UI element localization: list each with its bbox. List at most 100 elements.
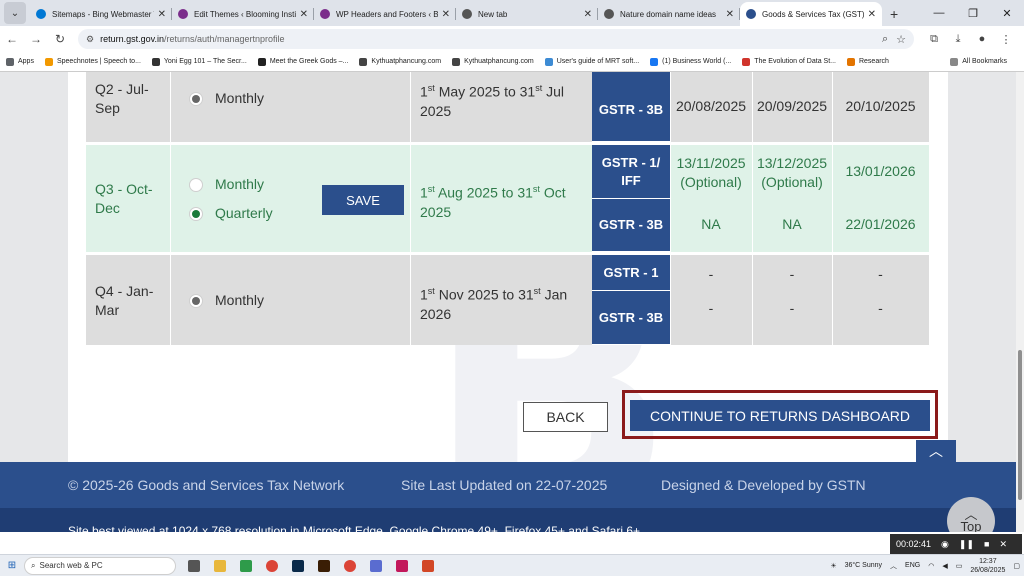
file-explorer-icon[interactable] [208,558,232,574]
extensions-icon[interactable]: ⧉ [922,33,946,46]
close-tab-icon[interactable]: ✕ [868,9,876,20]
close-tab-icon[interactable]: ✕ [158,9,166,20]
reload-icon[interactable]: ↻ [48,32,72,46]
chrome-profile-icon[interactable] [338,558,362,574]
stop-icon[interactable]: ■ [984,539,989,549]
bookmark-favicon-icon [452,57,461,66]
recorder-time: 00:02:41 [896,539,932,549]
restore-icon[interactable]: ❐ [956,0,990,26]
photoshop-icon[interactable] [286,558,310,574]
bing-icon [36,9,46,19]
bookmark-item[interactable]: Kythuatphancung.com [452,57,534,66]
period-text: 1st May 2025 to 31st Jul 2025 [420,83,565,119]
radio-monthly-q4[interactable] [189,294,203,308]
chrome-icon[interactable] [260,558,284,574]
page-viewport: B Q2 - Jul-Sep Monthly 1st May 2025 to 3… [0,72,1024,532]
url-text: return.gst.gov.in/returns/auth/managertn… [100,34,285,44]
tab-gst[interactable]: Goods & Services Tax (GST) | User D✕ [740,2,882,26]
battery-icon[interactable]: ▭ [956,562,963,570]
bookmark-item[interactable]: (1) Business World (... [650,57,731,66]
all-bookmarks[interactable]: All Bookmarks [950,57,1007,66]
site-info-icon[interactable]: ⚙ [86,34,94,45]
due-date: NA [701,216,721,232]
bookmark-item[interactable]: The Evolution of Data St... [742,57,836,66]
app-green-icon[interactable] [234,558,258,574]
bookmarks-bar: Apps Speechnotes | Speech to... Yoni Egg… [0,52,1024,72]
app-icon[interactable] [390,558,414,574]
footer-bottom: Site best viewed at 1024 x 768 resolutio… [0,508,1024,532]
bookmark-favicon-icon [257,57,266,66]
close-tab-icon[interactable]: ✕ [584,9,592,20]
illustrator-icon[interactable] [312,558,336,574]
wifi-icon[interactable]: ◠ [928,562,934,570]
period-text: 1st Aug 2025 to 31st Oct 2025 [420,184,566,220]
tab-bing-webmaster[interactable]: Sitemaps - Bing Webmaster Tools✕ [30,2,172,26]
column-divider [832,72,833,345]
back-button[interactable]: BACK [523,402,608,432]
powerpoint-icon[interactable] [416,558,440,574]
windows-start-icon[interactable]: ⊞ [0,560,24,571]
notification-icon[interactable]: ▢ [1013,562,1020,570]
bookmark-item[interactable]: User's guide of MRT soft... [544,57,639,66]
taskbar-search-input[interactable]: ⌕ Search web & PC [24,556,176,575]
bookmark-item[interactable]: Yoni Egg 101 – The Secr... [151,57,247,66]
due-date: - [878,300,883,316]
footer-developed: Designed & Developed by GSTN [661,477,866,493]
scrollbar-thumb[interactable] [1018,350,1022,500]
menu-kebab-icon[interactable]: ⋮ [994,33,1018,46]
site-icon [320,9,330,19]
weather-icon[interactable]: ☀ [830,562,836,570]
zoom-icon[interactable]: ⌕ [882,33,888,46]
footer-updated: Site Last Updated on 22-07-2025 [401,477,608,493]
new-tab-plus-icon[interactable]: + [890,6,898,22]
tab-new-tab[interactable]: New tab ✕ [456,2,598,26]
language-indicator[interactable]: ENG [905,562,920,569]
bookmark-item[interactable]: Speechnotes | Speech to... [44,57,141,66]
bookmark-item[interactable]: Research [846,57,889,66]
scroll-up-chevron-icon[interactable]: ︿ [916,440,956,462]
close-tab-icon[interactable]: ✕ [442,9,450,20]
download-icon[interactable]: ⤓ [946,33,970,46]
due-date: - [708,300,714,316]
address-bar-row: ← → ↻ ⚙ return.gst.gov.in/returns/auth/m… [0,26,1024,52]
task-view-icon[interactable] [182,558,206,574]
tab-wp-headers[interactable]: WP Headers and Footers ‹ Blooming✕ [314,2,456,26]
forward-arrow-icon[interactable]: → [24,32,48,46]
bookmark-item[interactable]: Kythuatphancung.com [359,57,441,66]
bookmark-item[interactable]: Meet the Greek Gods –... [257,57,348,66]
tray-chevron-icon[interactable]: ︿ [890,561,897,571]
radio-quarterly-q3[interactable] [189,207,203,221]
back-arrow-icon[interactable]: ← [0,32,24,46]
radio-monthly-q3[interactable] [189,178,203,192]
tab-nature-domain[interactable]: Nature domain name ideas ✕ [598,2,740,26]
window-controls: — ❐ ✕ [922,0,1024,26]
footer-copyright: © 2025-26 Goods and Services Tax Network [68,477,345,493]
close-window-icon[interactable]: ✕ [990,0,1024,26]
clock[interactable]: 12:37 26/08/2025 [970,557,1005,575]
continue-to-returns-dashboard-button[interactable]: CONTINUE TO RETURNS DASHBOARD [630,400,930,431]
form-gstr1-iff: GSTR - 1/ IFF [592,145,670,199]
bookmark-apps[interactable]: Apps [6,57,34,66]
tab-search-icon[interactable]: ⌄ [4,2,26,24]
tab-edit-themes[interactable]: Edit Themes ‹ Blooming Institute of✕ [172,2,314,26]
minimize-icon[interactable]: — [922,0,956,26]
close-icon[interactable]: ✕ [999,539,1007,550]
apps-grid-icon [6,57,14,66]
save-button[interactable]: SAVE [322,185,404,215]
close-tab-icon[interactable]: ✕ [726,9,734,20]
radio-monthly-q2[interactable] [189,92,203,106]
page-scrollbar[interactable] [1016,72,1024,532]
url-input[interactable]: ⚙ return.gst.gov.in/returns/auth/manager… [78,29,914,49]
close-tab-icon[interactable]: ✕ [300,9,308,20]
pause-icon[interactable]: ❚❚ [959,539,974,550]
bookmark-star-icon[interactable]: ☆ [896,33,906,46]
volume-icon[interactable]: ◀ [942,562,947,570]
profile-icon[interactable]: ● [970,33,994,45]
app-icon[interactable] [364,558,388,574]
due-date: 20/09/2025 [756,98,828,114]
camera-icon[interactable]: ◉ [941,539,949,550]
gst-emblem-icon [746,9,756,19]
facebook-icon [650,57,659,66]
windows-taskbar: ⊞ ⌕ Search web & PC ☀ 36°C Sunny ︿ ENG ◠… [0,554,1024,576]
quarter-label: Q3 - Oct-Dec [95,181,153,216]
